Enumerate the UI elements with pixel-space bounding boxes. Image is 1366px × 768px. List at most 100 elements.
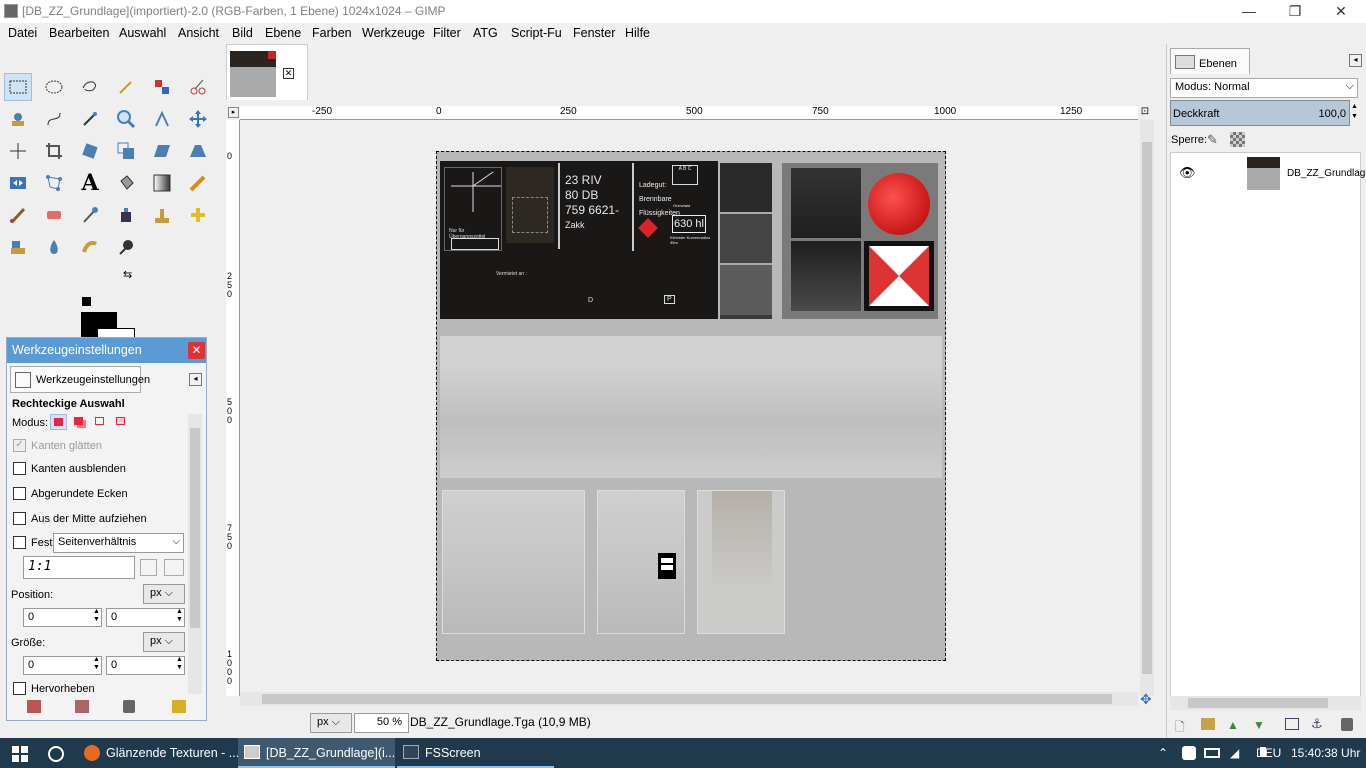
delete-options-icon[interactable] (123, 700, 135, 713)
expand-from-center-checkbox[interactable] (13, 512, 26, 525)
position-y-spinner[interactable]: ▲ ▼ (176, 608, 183, 624)
menu-atg[interactable]: ATG (473, 26, 498, 40)
lower-layer-icon[interactable]: ▼ (1253, 718, 1265, 732)
menu-bearbeiten[interactable]: Bearbeiten (49, 26, 109, 40)
battery-icon[interactable] (1204, 748, 1220, 758)
smudge-icon[interactable] (76, 233, 104, 261)
position-x-spinner[interactable]: ▲ ▼ (93, 608, 100, 624)
tab-tool-options[interactable]: Werkzeugeinstellungen (10, 366, 150, 393)
select-by-color-icon[interactable] (148, 73, 176, 101)
layers-menu-icon[interactable]: ◂ (1349, 54, 1362, 67)
language-indicator[interactable]: DEU (1256, 738, 1281, 768)
menu-bild[interactable]: Bild (232, 26, 253, 40)
restore-icon[interactable]: ❐ (1272, 0, 1318, 23)
zoom-follow-icon[interactable]: ⊡ (1138, 106, 1152, 120)
opacity-slider[interactable]: Deckkraft 100,0 (1170, 100, 1350, 126)
gradient-icon[interactable] (148, 169, 176, 197)
fixed-checkbox[interactable] (13, 536, 26, 549)
paintbrush-icon[interactable] (4, 201, 32, 229)
flip-icon[interactable] (4, 169, 32, 197)
vertical-scrollbar[interactable] (1140, 120, 1154, 696)
heal-icon[interactable] (184, 201, 212, 229)
foreground-select-icon[interactable] (4, 105, 32, 133)
landscape-icon[interactable] (164, 559, 184, 576)
scale-icon[interactable] (112, 137, 140, 165)
position-x-input[interactable]: 0 (23, 608, 102, 627)
reset-options-icon[interactable] (172, 700, 186, 713)
fixed-mode-select[interactable]: Seitenverhältnis ⌵ (53, 533, 184, 553)
menu-hilfe[interactable]: Hilfe (625, 26, 650, 40)
paths-icon[interactable] (40, 105, 68, 133)
position-unit-select[interactable]: px ⌵ (143, 584, 185, 604)
minimize-icon[interactable]: — (1226, 0, 1272, 23)
rounded-corners-checkbox[interactable] (13, 487, 26, 500)
zoom-select[interactable]: 50 % (354, 713, 409, 733)
texture-image[interactable]: Nur für Übergangszettel 23 RIV 80 DB 759… (436, 151, 946, 661)
clock[interactable]: 15:40:38 Uhr (1291, 738, 1360, 768)
airbrush-icon[interactable] (76, 201, 104, 229)
rotate-icon[interactable] (76, 137, 104, 165)
menu-auswahl[interactable]: Auswahl (119, 26, 166, 40)
eraser-icon[interactable] (40, 201, 68, 229)
menu-ebene[interactable]: Ebene (265, 26, 301, 40)
lasso-icon[interactable] (76, 73, 104, 101)
network-icon[interactable]: ◢ (1230, 738, 1239, 768)
scissors-icon[interactable] (184, 73, 212, 101)
navigate-icon[interactable]: ✥ (1140, 692, 1154, 706)
blur-icon[interactable] (40, 233, 68, 261)
menu-script-fu[interactable]: Script-Fu (511, 26, 562, 40)
measure-icon[interactable] (148, 105, 176, 133)
pencil-icon[interactable] (184, 169, 212, 197)
delete-layer-icon[interactable] (1341, 718, 1353, 731)
layer-mode-select[interactable]: Modus: Normal ⌵ (1170, 78, 1358, 98)
save-options-icon[interactable] (27, 700, 41, 713)
perspective-clone-icon[interactable] (4, 233, 32, 261)
bucket-fill-icon[interactable] (112, 169, 140, 197)
defender-icon[interactable] (1182, 746, 1196, 760)
size-y-input[interactable]: 0 (106, 656, 185, 675)
raise-layer-icon[interactable]: ▲ (1227, 718, 1239, 732)
mode-add-icon[interactable] (71, 414, 88, 430)
size-x-input[interactable]: 0 (23, 656, 102, 675)
close-icon[interactable]: ✕ (188, 342, 205, 359)
ink-icon[interactable] (112, 201, 140, 229)
close-window-icon[interactable]: ✕ (1318, 0, 1364, 23)
highlight-checkbox[interactable] (13, 682, 26, 695)
image-tab[interactable]: ✕ (226, 44, 308, 100)
taskbar-gimp[interactable]: [DB_ZZ_Grundlage](i... (238, 738, 395, 768)
windows-start-icon[interactable] (12, 746, 28, 762)
color-picker-icon[interactable] (76, 105, 104, 133)
menu-farben[interactable]: Farben (312, 26, 352, 40)
menu-datei[interactable]: Datei (8, 26, 37, 40)
quickmask-menu-icon[interactable]: ▸ (228, 107, 239, 118)
clone-stamp-icon[interactable] (148, 201, 176, 229)
ratio-input[interactable]: 1:1 (23, 556, 135, 579)
mode-replace-icon[interactable] (50, 414, 67, 430)
taskbar-fsscreen[interactable]: FSScreen (397, 738, 554, 768)
mode-intersect-icon[interactable] (113, 414, 130, 430)
size-y-spinner[interactable]: ▲ ▼ (176, 656, 183, 672)
mode-subtract-icon[interactable] (92, 414, 109, 430)
lock-pixels-icon[interactable]: ✎ (1207, 132, 1223, 148)
cage-transform-icon[interactable] (40, 169, 68, 197)
size-unit-select[interactable]: px ⌵ (143, 632, 185, 652)
portrait-icon[interactable] (140, 559, 157, 576)
search-icon[interactable] (48, 746, 64, 762)
restore-options-icon[interactable] (75, 700, 89, 713)
duplicate-layer-icon[interactable] (1285, 718, 1299, 730)
swap-colors-icon[interactable]: ⇆ (123, 268, 132, 281)
fuzzy-select-icon[interactable] (112, 73, 140, 101)
tool-options-scrollbar[interactable] (188, 414, 202, 694)
menu-fenster[interactable]: Fenster (573, 26, 615, 40)
perspective-icon[interactable] (184, 137, 212, 165)
visibility-eye-icon[interactable]: 👁 (1179, 165, 1196, 181)
dodge-burn-icon[interactable] (112, 233, 140, 261)
horizontal-scrollbar[interactable] (240, 692, 1138, 706)
default-colors-icon[interactable] (82, 297, 91, 306)
lock-alpha-icon[interactable] (1230, 132, 1245, 147)
layer-row[interactable]: 👁 DB_ZZ_Grundlag (1171, 155, 1365, 191)
menu-ansicht[interactable]: Ansicht (178, 26, 219, 40)
position-y-input[interactable]: 0 (106, 608, 185, 627)
menu-filter[interactable]: Filter (433, 26, 461, 40)
zoom-icon[interactable] (112, 105, 140, 133)
